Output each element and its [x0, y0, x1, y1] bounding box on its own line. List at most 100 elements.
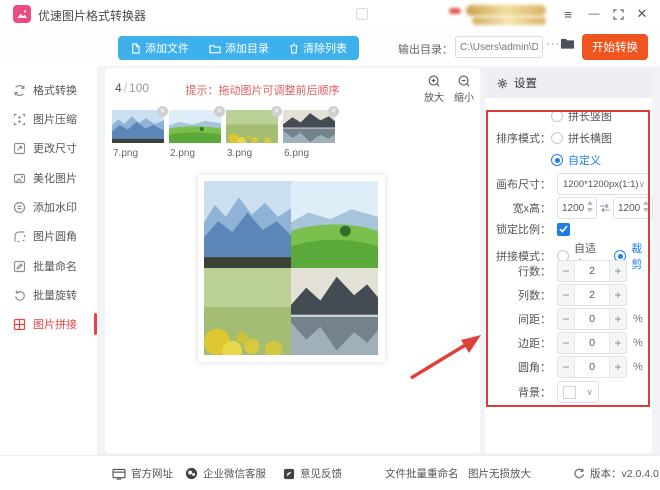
- sidebar-item-beautify[interactable]: 美化图片: [0, 164, 97, 192]
- thumbnail-2png[interactable]: ✕: [169, 110, 221, 143]
- add-directory-button[interactable]: 添加目录: [209, 40, 269, 56]
- background-color-picker[interactable]: ∨: [557, 381, 599, 403]
- sort-option-custom[interactable]: 自定义: [551, 152, 601, 168]
- margin-percent: %: [633, 337, 643, 349]
- width-height-label: 宽x高：: [491, 200, 551, 216]
- thumbnail-7png[interactable]: ✕: [112, 110, 164, 143]
- title-bar: 优速图片格式转换器 ≡ — ✕: [0, 0, 660, 28]
- rows-decrement-button[interactable]: −: [557, 260, 575, 282]
- maximize-icon[interactable]: [608, 4, 628, 24]
- radius-label: 圆角：: [491, 359, 551, 375]
- remove-thumbnail-icon[interactable]: ✕: [271, 106, 282, 117]
- sidebar-label: 更改尺寸: [33, 140, 77, 156]
- lock-ratio-checkbox[interactable]: [557, 223, 570, 236]
- sort-option-horizontal[interactable]: 拼长横图: [551, 130, 612, 146]
- sidebar-label: 图片圆角: [33, 228, 77, 244]
- margin-increment-button[interactable]: +: [609, 332, 627, 354]
- sort-mode-label: 排序模式：: [491, 130, 551, 146]
- sidebar-item-batch-rename[interactable]: 批量命名: [0, 252, 97, 280]
- sidebar-label: 批量旋转: [33, 287, 77, 303]
- rows-increment-button[interactable]: +: [609, 260, 627, 282]
- website-icon: [112, 468, 126, 480]
- blurred-tray-icon: [356, 8, 368, 20]
- margin-decrement-button[interactable]: −: [557, 332, 575, 354]
- add-file-button[interactable]: 添加文件: [130, 40, 189, 56]
- lossless-enlarge-link[interactable]: 图片无损放大: [468, 466, 531, 481]
- close-icon[interactable]: ✕: [632, 4, 652, 24]
- margin-row: 边距： − 0 + %: [491, 332, 643, 354]
- settings-header: 设置: [485, 68, 652, 98]
- sidebar: 格式转换 图片压缩 更改尺寸 美化图片 添加水印 图片圆角 批量命名 批量旋转: [0, 66, 97, 455]
- zoom-out-button[interactable]: 缩小: [450, 75, 478, 104]
- width-input[interactable]: 1200: [557, 197, 597, 219]
- radio-selected-icon[interactable]: [551, 154, 563, 166]
- swap-icon: [599, 203, 611, 213]
- zoom-out-label: 缩小: [454, 89, 474, 104]
- sidebar-item-format-convert[interactable]: 格式转换: [0, 76, 97, 104]
- canvas-size-select[interactable]: 1200*1200px(1:1) ∨: [557, 173, 649, 195]
- radio-icon[interactable]: [551, 132, 563, 144]
- radius-row: 圆角： − 0 + %: [491, 356, 643, 378]
- sidebar-item-batch-rotate[interactable]: 批量旋转: [0, 281, 97, 309]
- batch-rename-link[interactable]: 文件批量重命名: [385, 466, 459, 481]
- spinner-arrows-icon[interactable]: [587, 201, 593, 212]
- more-options-button[interactable]: ···: [546, 38, 560, 50]
- menu-icon[interactable]: ≡: [558, 4, 578, 24]
- thumbnail-filename: 2.png: [170, 148, 195, 159]
- sidebar-item-resize[interactable]: 更改尺寸: [0, 134, 97, 162]
- output-dir-input[interactable]: [455, 36, 543, 58]
- height-input[interactable]: 1200: [613, 197, 653, 219]
- stitch-preview: [198, 175, 385, 362]
- sidebar-item-compress[interactable]: 图片压缩: [0, 105, 97, 133]
- start-convert-button[interactable]: 开始转换: [582, 34, 648, 60]
- blurred-vip-banner: [466, 5, 546, 16]
- sidebar-label: 图片拼接: [33, 316, 77, 332]
- remove-thumbnail-icon[interactable]: ✕: [157, 106, 168, 117]
- height-value: 1200: [618, 203, 640, 214]
- spinner-arrows-icon[interactable]: [643, 201, 649, 212]
- gap-increment-button[interactable]: +: [609, 308, 627, 330]
- radius-decrement-button[interactable]: −: [557, 356, 575, 378]
- background-row: 背景： ∨: [491, 381, 599, 403]
- preview-cell-3: [204, 268, 291, 355]
- radio-icon[interactable]: [551, 110, 563, 122]
- open-folder-icon[interactable]: [560, 37, 575, 55]
- gap-row: 间距： − 0 + %: [491, 308, 643, 330]
- remove-thumbnail-icon[interactable]: ✕: [328, 106, 339, 117]
- cols-decrement-button[interactable]: −: [557, 284, 575, 306]
- feedback-link[interactable]: 意见反馈: [283, 466, 342, 481]
- minimize-icon[interactable]: —: [584, 4, 604, 24]
- thumbnail-filename: 6.png: [284, 148, 309, 159]
- cols-value: 2: [575, 284, 609, 306]
- wechat-service-link[interactable]: 企业微信客服: [185, 466, 266, 481]
- feedback-label: 意见反馈: [300, 466, 342, 481]
- sidebar-item-watermark[interactable]: 添加水印: [0, 193, 97, 221]
- sidebar-item-round-corner[interactable]: 图片圆角: [0, 222, 97, 250]
- sidebar-item-stitch[interactable]: 图片拼接: [0, 310, 97, 338]
- output-dir-label: 输出目录：: [398, 41, 453, 57]
- cols-increment-button[interactable]: +: [609, 284, 627, 306]
- clear-list-label: 清除列表: [303, 40, 347, 56]
- refresh-icon[interactable]: [573, 468, 585, 480]
- cols-row: 列数： − 2 +: [491, 284, 627, 306]
- sort-option-horizontal-label: 拼长横图: [568, 130, 612, 146]
- canvas-size-label: 画布尺寸：: [491, 176, 551, 192]
- thumbnail-6png[interactable]: ✕: [283, 110, 335, 143]
- app-title: 优速图片格式转换器: [38, 7, 146, 24]
- official-site-link[interactable]: 官方网址: [112, 466, 173, 481]
- margin-label: 边距：: [491, 335, 551, 351]
- lock-ratio-label: 锁定比例：: [491, 221, 551, 237]
- remove-thumbnail-icon[interactable]: ✕: [214, 106, 225, 117]
- canvas-size-value: 1200*1200px(1:1): [563, 179, 639, 190]
- rows-value: 2: [575, 260, 609, 282]
- mode-crop-label: 裁剪: [631, 240, 652, 272]
- sort-option-vertical[interactable]: 拼长竖图: [551, 108, 612, 124]
- zoom-in-button[interactable]: 放大: [420, 75, 448, 104]
- preview-cell-1: [204, 181, 291, 268]
- thumbnail-3png[interactable]: ✕: [226, 110, 278, 143]
- gap-decrement-button[interactable]: −: [557, 308, 575, 330]
- clear-list-button[interactable]: 清除列表: [289, 40, 347, 56]
- blurred-badge: [449, 8, 461, 14]
- radius-increment-button[interactable]: +: [609, 356, 627, 378]
- settings-header-label: 设置: [514, 75, 537, 91]
